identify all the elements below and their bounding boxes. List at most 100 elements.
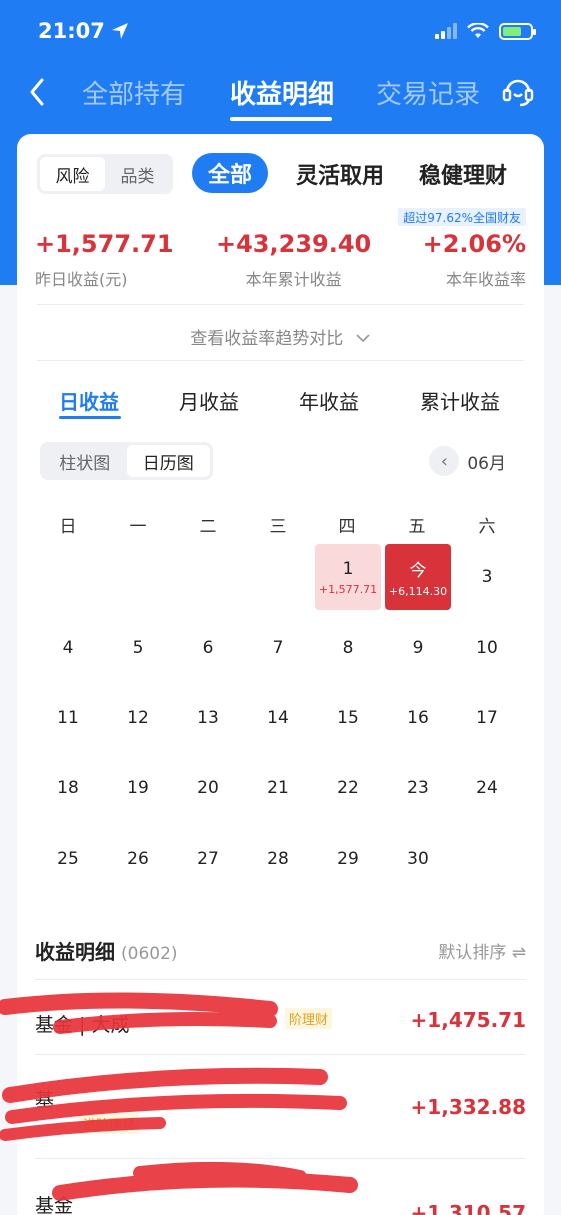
stat-yesterday: +1,577.71 昨日收益(元)	[35, 230, 174, 290]
details-title-text: 收益明细	[35, 940, 115, 964]
location-arrow-icon	[111, 23, 128, 39]
calendar-day[interactable]: 18	[35, 755, 101, 821]
calendar-day[interactable]: 16	[385, 685, 451, 751]
chevron-down-icon	[356, 334, 370, 343]
tab-all-holdings[interactable]: 全部持有	[82, 74, 186, 111]
day-number: 今	[409, 561, 427, 581]
tab-transactions[interactable]: 交易记录	[376, 74, 480, 111]
weekday-thu: 四	[338, 517, 356, 537]
calendar-day[interactable]: 28	[245, 826, 311, 892]
daily-tab-underline	[59, 416, 121, 419]
stat-yesterday-value: +1,577.71	[35, 230, 174, 258]
month-selector: ‹ 06月	[429, 446, 506, 476]
fund-name: 基	[35, 1089, 55, 1111]
battery-icon	[499, 22, 536, 40]
day-earning: +6,114.30	[388, 585, 448, 598]
calendar-day[interactable]: 23	[385, 755, 451, 821]
main-card: 风险 品类 全部 灵活取用 稳健理财 超过97.62%全国财友 +1,577.7…	[17, 134, 544, 1215]
calendar-day[interactable]: 1 +1,577.71	[315, 544, 381, 610]
calendar-day[interactable]: 10	[454, 615, 520, 681]
top-nav: 全部持有 收益明细 交易记录	[0, 66, 561, 122]
calendar-day[interactable]: 9	[385, 615, 451, 681]
stat-year-rate: +2.06% 本年收益率	[423, 230, 526, 290]
calendar-day[interactable]: 20	[175, 755, 241, 821]
wifi-icon	[467, 23, 489, 38]
category-all[interactable]: 全部	[192, 153, 268, 193]
calendar-day[interactable]: 17	[454, 685, 520, 751]
sort-button[interactable]: 默认排序 ⇌	[438, 938, 526, 963]
risk-category-toggle: 风险 品类	[37, 154, 173, 194]
calendar-day[interactable]: 13	[175, 685, 241, 751]
category-flexible[interactable]: 灵活取用	[296, 158, 384, 190]
fund-tag: 阶理财	[285, 1008, 333, 1029]
tab-monthly[interactable]: 月收益	[179, 386, 239, 415]
fund-earning: +1,310.57	[410, 1201, 526, 1215]
tab-earnings-detail[interactable]: 收益明细	[230, 74, 334, 111]
calendar-day[interactable]: 24	[454, 755, 520, 821]
clock-text: 21:07	[38, 19, 105, 43]
stat-year-total-label: 本年累计收益	[245, 270, 342, 289]
status-time: 21:07	[38, 19, 129, 43]
calendar-day[interactable]: 11	[35, 685, 101, 751]
calendar-day[interactable]: 26	[105, 826, 171, 892]
segment-risk[interactable]: 风险	[40, 157, 105, 191]
day-earning: +1,577.71	[318, 582, 378, 596]
stat-yesterday-label: 昨日收益(元)	[35, 270, 128, 289]
calendar-day[interactable]: 8	[315, 615, 381, 681]
calendar-day[interactable]: 12	[105, 685, 171, 751]
tab-cumulative[interactable]: 累计收益	[420, 386, 500, 415]
weekday-tue: 二	[199, 517, 217, 537]
weekday-mon: 一	[129, 517, 147, 537]
calendar-day[interactable]: 27	[175, 826, 241, 892]
calendar-day[interactable]: 14	[245, 685, 311, 751]
calendar-day[interactable]: 21	[245, 755, 311, 821]
weekday-sun: 日	[59, 517, 77, 537]
tab-daily[interactable]: 日收益	[59, 386, 119, 415]
back-chevron-icon[interactable]	[24, 74, 52, 110]
day-number: 1	[342, 558, 354, 579]
calendar-day[interactable]: 3	[454, 544, 520, 610]
category-steady[interactable]: 稳健理财	[419, 158, 507, 190]
calendar-day[interactable]: 5	[105, 615, 171, 681]
calendar-day[interactable]: 25	[35, 826, 101, 892]
details-title: 收益明细 (0602)	[35, 936, 178, 965]
fund-earning: +1,475.71	[410, 1008, 526, 1032]
earnings-tabs: 日收益 月收益 年收益 累计收益	[17, 386, 544, 426]
active-tab-underline	[230, 117, 332, 121]
segment-category[interactable]: 品类	[105, 157, 170, 191]
divider	[37, 360, 524, 361]
customer-service-icon[interactable]	[501, 74, 535, 108]
calendar-day[interactable]: 22	[315, 755, 381, 821]
view-bar-chart[interactable]: 柱状图	[43, 445, 127, 477]
fund-earning: +1,332.88	[410, 1095, 526, 1119]
fund-name: 基金	[35, 1195, 74, 1215]
weekday-wed: 三	[269, 517, 287, 537]
calendar-day[interactable]: 29	[315, 826, 381, 892]
list-item[interactable]: 基金 | 大成 阶理财 +1,475.71	[35, 979, 526, 1059]
tab-yearly[interactable]: 年收益	[299, 386, 359, 415]
calendar-day[interactable]: 30	[385, 826, 451, 892]
calendar-day[interactable]: 7	[245, 615, 311, 681]
fund-tag: 进阶理财	[79, 1113, 140, 1134]
list-item[interactable]: 基金 +1,310.57	[35, 1158, 526, 1215]
stat-year-total-value: +43,239.40	[216, 230, 372, 258]
weekday-fri: 五	[408, 517, 426, 537]
chevron-left-icon[interactable]: ‹	[429, 446, 460, 476]
chart-view-toggle: 柱状图 日历图	[40, 442, 213, 480]
divider	[37, 304, 524, 305]
fund-name: 基金 | 大成	[35, 1014, 130, 1036]
calendar-day[interactable]: 15	[315, 685, 381, 751]
stat-year-rate-value: +2.06%	[422, 230, 526, 258]
calendar-day[interactable]: 6	[175, 615, 241, 681]
stat-year-total: +43,239.40 本年累计收益	[216, 230, 371, 290]
view-calendar[interactable]: 日历图	[126, 445, 210, 477]
list-item[interactable]: 基 进阶理财 +1,332.88	[35, 1054, 526, 1158]
weekday-sat: 六	[478, 517, 496, 537]
calendar-day[interactable]: 19	[105, 755, 171, 821]
calendar-day-today[interactable]: 今 +6,114.30	[385, 544, 451, 610]
trend-compare-link[interactable]: 查看收益率趋势对比	[17, 324, 544, 349]
status-icons	[435, 22, 536, 40]
calendar-day[interactable]: 4	[35, 615, 101, 681]
trend-compare-text: 查看收益率趋势对比	[190, 329, 344, 349]
signal-icon	[435, 23, 457, 39]
